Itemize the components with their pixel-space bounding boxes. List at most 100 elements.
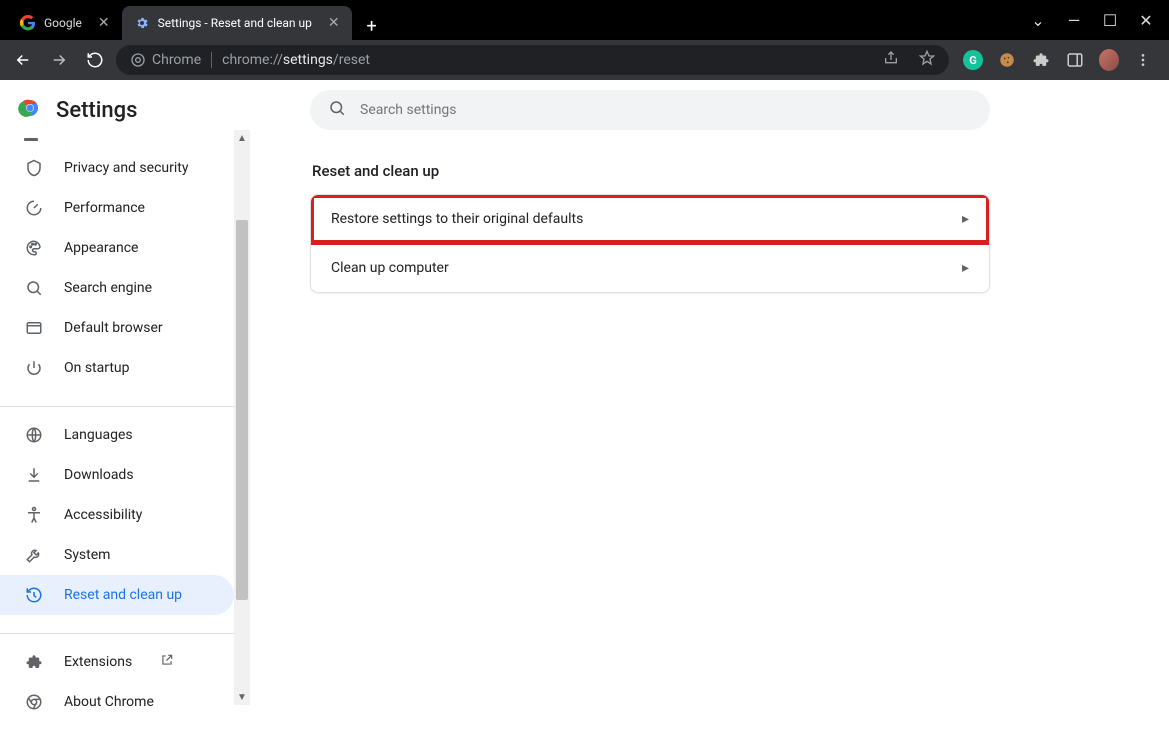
sidebar-section-1: Privacy and security Performance Appeara… <box>0 148 250 398</box>
row-label: Restore settings to their original defau… <box>331 211 583 227</box>
google-favicon-icon <box>20 15 36 31</box>
chrome-menu-button[interactable] <box>1133 50 1153 70</box>
browser-icon <box>24 318 44 338</box>
chevron-down-icon[interactable]: ⌄ <box>1029 11 1047 30</box>
sidebar-item-label: Extensions <box>64 654 132 670</box>
scroll-down-icon[interactable]: ▼ <box>234 689 250 705</box>
forward-button[interactable] <box>44 45 74 75</box>
share-icon[interactable] <box>883 50 899 70</box>
sidebar-item-label: Accessibility <box>64 507 142 523</box>
search-icon <box>328 99 346 121</box>
sidebar-header: Settings <box>0 80 250 136</box>
sidebar-divider <box>0 406 250 407</box>
tab-settings[interactable]: Settings - Reset and clean up ✕ <box>122 6 352 40</box>
bookmark-star-icon[interactable] <box>919 50 935 70</box>
shield-icon <box>24 158 44 178</box>
back-button[interactable] <box>8 45 38 75</box>
gear-icon <box>134 15 150 31</box>
sidebar-item-label: Search engine <box>64 280 152 296</box>
puzzle-icon <box>24 652 44 672</box>
reset-cleanup-card: Restore settings to their original defau… <box>310 194 990 293</box>
chrome-label: Chrome <box>152 52 201 68</box>
sidebar-item-extensions[interactable]: Extensions <box>0 642 250 682</box>
settings-main: Reset and clean up Restore settings to t… <box>250 80 1169 705</box>
chrome-logo-icon <box>18 96 42 124</box>
sidebar-item-about[interactable]: About Chrome <box>0 682 250 722</box>
sidebar-item-label: Appearance <box>64 240 138 256</box>
chevron-right-icon: ▸ <box>962 260 969 276</box>
restore-defaults-row[interactable]: Restore settings to their original defau… <box>311 195 989 243</box>
sidebar-item-system[interactable]: System <box>0 535 250 575</box>
new-tab-button[interactable]: + <box>358 12 386 40</box>
scrollbar-thumb[interactable] <box>236 220 248 600</box>
sidebar-item-privacy[interactable]: Privacy and security <box>0 148 250 188</box>
window-controls: ⌄ ― ☐ ✕ <box>1029 11 1169 30</box>
chevron-right-icon: ▸ <box>962 211 969 227</box>
sidebar-item-label: Default browser <box>64 320 163 336</box>
sidebar-item-reset[interactable]: Reset and clean up <box>0 575 234 615</box>
sidebar-item-performance[interactable]: Performance <box>0 188 250 228</box>
tab-google[interactable]: Google ✕ <box>8 6 122 40</box>
sidepanel-icon[interactable] <box>1065 50 1085 70</box>
maximize-button[interactable]: ☐ <box>1101 11 1119 30</box>
profile-avatar[interactable] <box>1099 50 1119 70</box>
search-settings-input[interactable] <box>360 102 972 118</box>
minimize-button[interactable]: ― <box>1065 11 1083 30</box>
sidebar-section-2: Languages Downloads Accessibility System… <box>0 415 250 625</box>
tab-google-title: Google <box>44 16 82 30</box>
sidebar-section-3: Extensions About Chrome <box>0 642 250 732</box>
sidebar-item-accessibility[interactable]: Accessibility <box>0 495 250 535</box>
chrome-icon <box>24 692 44 712</box>
download-icon <box>24 465 44 485</box>
sidebar-item-label: Languages <box>64 427 133 443</box>
gauge-icon <box>24 198 44 218</box>
sidebar-item-search-engine[interactable]: Search engine <box>0 268 250 308</box>
sidebar-item-label: Reset and clean up <box>64 587 182 603</box>
sidebar-item-default-browser[interactable]: Default browser <box>0 308 250 348</box>
wrench-icon <box>24 545 44 565</box>
extensions-puzzle-icon[interactable] <box>1031 50 1051 70</box>
url-text: chrome://settings/reset <box>222 52 370 68</box>
search-settings-box[interactable] <box>310 90 990 130</box>
site-info-chip[interactable]: Chrome <box>130 52 201 68</box>
globe-icon <box>24 425 44 445</box>
close-icon[interactable]: ✕ <box>98 15 110 31</box>
sidebar-item-label: About Chrome <box>64 694 154 710</box>
tab-strip: Google ✕ Settings - Reset and clean up ✕… <box>0 0 386 40</box>
separator <box>211 52 212 68</box>
sidebar-item-label: Performance <box>64 200 145 216</box>
sidebar-item-label: Privacy and security <box>64 160 188 176</box>
window-titlebar: Google ✕ Settings - Reset and clean up ✕… <box>0 0 1169 40</box>
clean-up-computer-row[interactable]: Clean up computer ▸ <box>311 243 989 292</box>
sidebar-item-languages[interactable]: Languages <box>0 415 250 455</box>
row-label: Clean up computer <box>331 260 449 276</box>
close-icon[interactable]: ✕ <box>328 15 340 31</box>
palette-icon <box>24 238 44 258</box>
cookie-icon[interactable] <box>997 50 1017 70</box>
section-title: Reset and clean up <box>312 162 1129 180</box>
settings-sidebar: Settings Privacy and security Performanc… <box>0 80 250 705</box>
grammarly-icon[interactable]: G <box>963 50 983 70</box>
sidebar-title: Settings <box>56 98 137 123</box>
extension-icons: G <box>955 50 1161 70</box>
address-bar[interactable]: Chrome chrome://settings/reset <box>116 45 949 75</box>
sidebar-collapsed-item[interactable] <box>24 136 250 142</box>
search-icon <box>24 278 44 298</box>
sidebar-item-label: On startup <box>64 360 130 376</box>
sidebar-item-appearance[interactable]: Appearance <box>0 228 250 268</box>
sidebar-divider <box>0 633 250 634</box>
scroll-up-icon[interactable]: ▲ <box>234 130 250 146</box>
settings-page: Settings Privacy and security Performanc… <box>0 80 1169 705</box>
sidebar-item-label: System <box>64 547 110 563</box>
reload-button[interactable] <box>80 45 110 75</box>
sidebar-item-downloads[interactable]: Downloads <box>0 455 250 495</box>
tab-settings-title: Settings - Reset and clean up <box>158 16 312 30</box>
sidebar-item-on-startup[interactable]: On startup <box>0 348 250 388</box>
history-icon <box>24 585 44 605</box>
close-window-button[interactable]: ✕ <box>1137 11 1155 30</box>
browser-toolbar: Chrome chrome://settings/reset G <box>0 40 1169 80</box>
sidebar-item-label: Downloads <box>64 467 134 483</box>
sidebar-scrollbar[interactable]: ▲ ▼ <box>234 130 250 705</box>
power-icon <box>24 358 44 378</box>
accessibility-icon <box>24 505 44 525</box>
